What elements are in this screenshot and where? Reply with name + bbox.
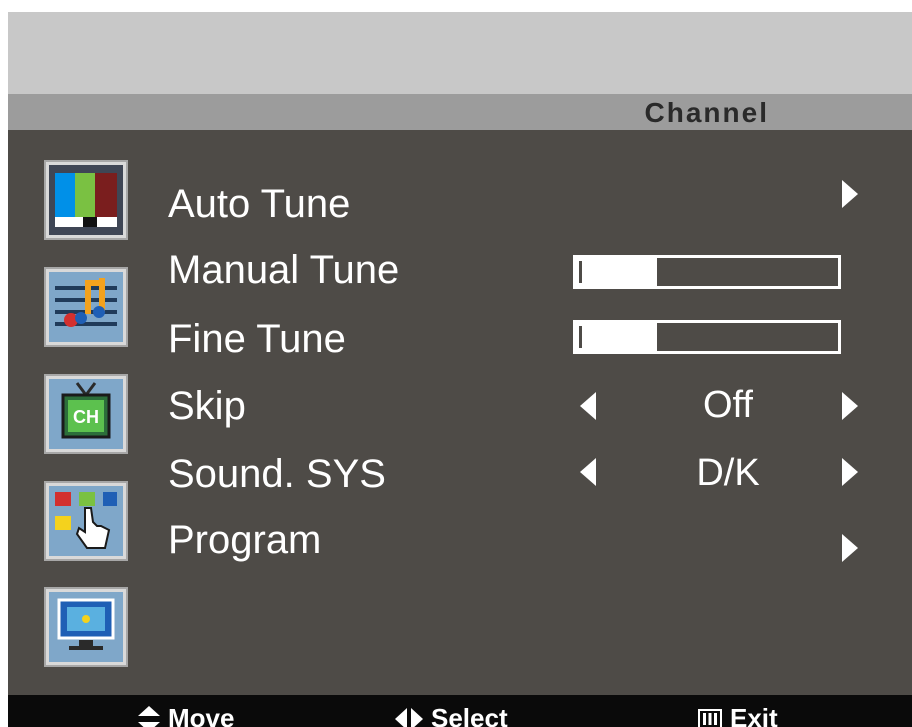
sound-sys-left-arrow-icon[interactable] xyxy=(580,458,596,486)
fine-tune-slider[interactable] xyxy=(573,320,841,354)
program-enter-arrow-icon[interactable] xyxy=(842,534,858,562)
sidebar-item-screen[interactable] xyxy=(44,587,128,667)
move-hint: Move xyxy=(138,703,234,727)
fine-tune-slider-fill xyxy=(576,323,658,351)
skip-left-arrow-icon[interactable] xyxy=(580,392,596,420)
sound-sys-label: Sound. SYS xyxy=(168,452,386,496)
skip-value: Off xyxy=(703,384,753,426)
screen-icon xyxy=(49,592,123,662)
footer-hint-bar: Move Select Exit xyxy=(8,695,912,727)
manual-tune-slider-fill xyxy=(576,258,658,286)
sound-sys-right-arrow-icon[interactable] xyxy=(842,458,858,486)
exit-label: Exit xyxy=(730,703,778,727)
title-bar: Channel xyxy=(8,94,912,130)
select-label: Select xyxy=(431,703,508,727)
select-hint: Select xyxy=(395,703,508,727)
fine-tune-label: Fine Tune xyxy=(168,317,346,361)
picture-icon xyxy=(49,165,123,235)
menu-key-icon xyxy=(698,708,722,727)
channel-icon: CH xyxy=(49,379,123,449)
sidebar-item-function[interactable] xyxy=(44,481,128,561)
skip-label: Skip xyxy=(168,384,246,428)
auto-tune-label: Auto Tune xyxy=(168,182,351,226)
channel-icon-text: CH xyxy=(73,407,99,427)
sound-icon xyxy=(49,272,123,342)
skip-right-arrow-icon[interactable] xyxy=(842,392,858,420)
auto-tune-enter-arrow-icon[interactable] xyxy=(842,180,858,208)
left-right-arrow-icon xyxy=(395,707,423,727)
function-icon xyxy=(49,486,123,556)
sidebar-item-channel[interactable]: CH xyxy=(44,374,128,454)
move-label: Move xyxy=(168,703,235,727)
sound-sys-value: D/K xyxy=(696,452,760,494)
page-title: Channel xyxy=(644,97,769,128)
program-label: Program xyxy=(168,518,322,562)
exit-hint: Exit xyxy=(698,703,778,727)
tv-osd-screen: Channel CH Auto Tune Manual Tune Fine Tu… xyxy=(8,12,912,727)
up-down-arrow-icon xyxy=(138,705,160,727)
manual-tune-slider[interactable] xyxy=(573,255,841,289)
top-band xyxy=(8,12,912,94)
manual-tune-label: Manual Tune xyxy=(168,248,400,292)
sidebar-item-picture[interactable] xyxy=(44,160,128,240)
sidebar-item-sound[interactable] xyxy=(44,267,128,347)
